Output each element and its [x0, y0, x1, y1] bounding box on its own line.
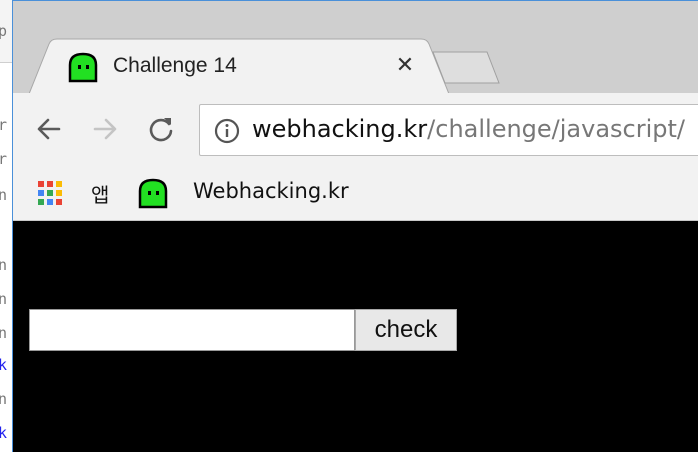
check-button[interactable]: check	[355, 309, 457, 351]
background-text-fragment: n	[0, 390, 8, 408]
background-text-fragment: r	[0, 116, 8, 134]
address-bar[interactable]: webhacking.kr/challenge/javascript/	[199, 104, 698, 156]
green-ghost-icon	[138, 178, 168, 209]
back-arrow-icon[interactable]	[35, 115, 63, 143]
bookmarks-bar: 앱 Webhacking.kr	[13, 165, 698, 221]
background-text-fragment: r	[0, 150, 8, 168]
tab-title: Challenge 14	[113, 54, 237, 77]
background-text-fragment: n	[0, 186, 8, 204]
background-link-fragment: k	[0, 424, 8, 442]
background-link-fragment: k	[0, 356, 8, 374]
tab-challenge-14[interactable]: Challenge 14 ✕	[29, 38, 461, 94]
answer-input[interactable]	[29, 309, 355, 351]
browser-toolbar: webhacking.kr/challenge/javascript/	[13, 93, 698, 165]
bookmark-webhacking[interactable]: Webhacking.kr	[193, 179, 349, 203]
background-text-fragment: n	[0, 324, 8, 342]
tab-strip: Challenge 14 ✕	[13, 1, 698, 94]
url-text: webhacking.kr/challenge/javascript/	[252, 115, 685, 143]
new-tab-button[interactable]	[431, 50, 501, 86]
apps-grid-icon[interactable]	[37, 180, 63, 206]
page-content: check	[13, 221, 698, 452]
tab-close-icon[interactable]: ✕	[393, 54, 417, 78]
url-host: webhacking.kr	[252, 115, 428, 143]
apps-label[interactable]: 앱	[91, 179, 109, 208]
background-text-fragment: n	[0, 290, 8, 308]
background-text-fragment: n	[0, 256, 8, 274]
green-ghost-icon	[68, 52, 98, 83]
forward-arrow-icon[interactable]	[91, 115, 119, 143]
info-icon[interactable]	[214, 118, 240, 144]
url-path: /challenge/javascript/	[427, 115, 686, 143]
reload-icon[interactable]	[147, 115, 175, 143]
browser-window: Challenge 14 ✕ webhacking.kr/challenge/j…	[12, 0, 698, 452]
background-text-fragment: p	[0, 22, 8, 40]
